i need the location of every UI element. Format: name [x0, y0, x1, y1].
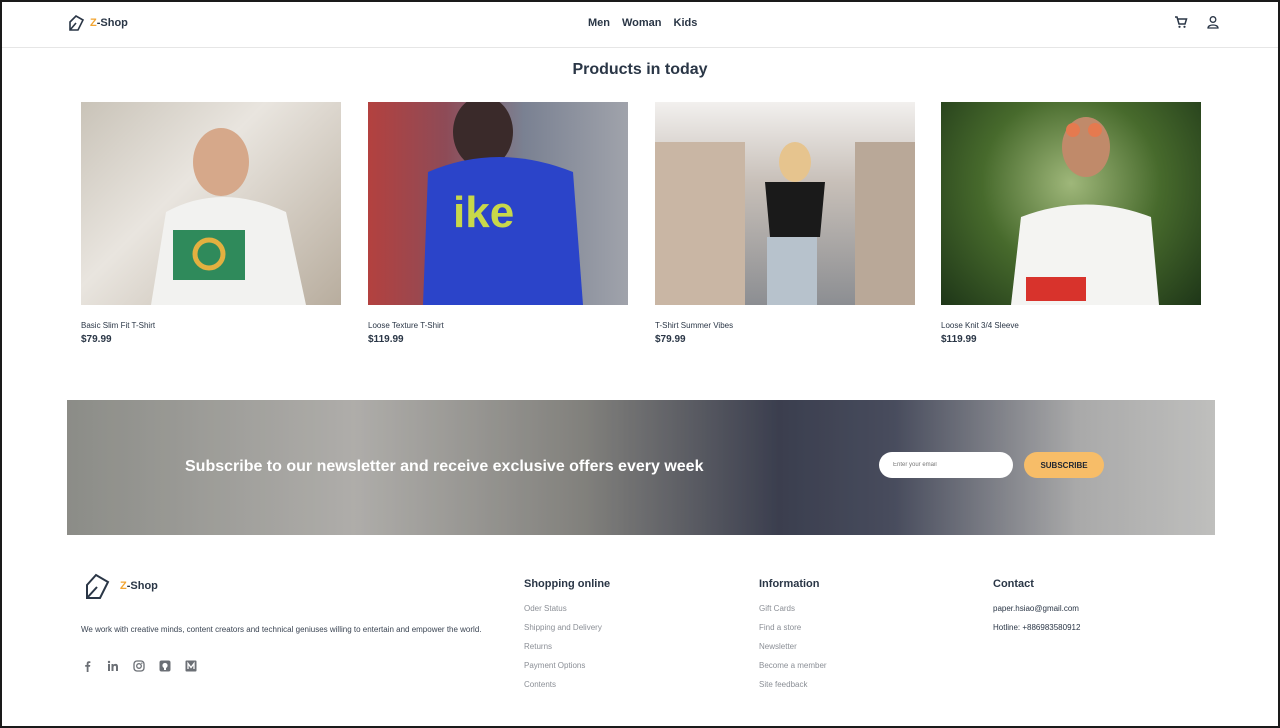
product-image[interactable]	[941, 102, 1201, 305]
footer-information-column: Information Gift Cards Find a store News…	[759, 578, 827, 699]
footer-logo[interactable]: Z-Shop	[84, 572, 158, 600]
newsletter-headline: Subscribe to our newsletter and receive …	[185, 458, 704, 475]
email-input[interactable]	[879, 452, 1013, 478]
product-price: $119.99	[368, 334, 404, 345]
medium-icon[interactable]	[185, 659, 197, 672]
footer-link-order-status[interactable]: Oder Status	[524, 604, 610, 613]
nav-kids[interactable]: Kids	[674, 17, 698, 29]
svg-text:ike: ike	[453, 188, 514, 237]
footer-column-title: Contact	[993, 578, 1034, 590]
product-image[interactable]: ike	[368, 102, 628, 305]
product-card[interactable]: Basic Slim Fit T-Shirt $79.99	[81, 102, 341, 345]
footer-column-title: Information	[759, 578, 820, 590]
site-header: Z-Shop Men Woman Kids	[2, 2, 1278, 48]
main-nav: Men Woman Kids	[588, 17, 697, 29]
product-card[interactable]: T-Shirt Summer Vibes $79.99	[655, 102, 915, 345]
product-name: Basic Slim Fit T-Shirt	[81, 321, 156, 330]
product-image[interactable]	[655, 102, 915, 305]
logo-icon	[86, 573, 110, 599]
product-price: $79.99	[655, 334, 686, 345]
nav-woman[interactable]: Woman	[622, 17, 662, 29]
product-card[interactable]: Loose Knit 3/4 Sleeve $119.99	[941, 102, 1201, 345]
footer-link-find-store[interactable]: Find a store	[759, 623, 827, 632]
header-icons	[1174, 15, 1220, 29]
footer-link-returns[interactable]: Returns	[524, 642, 610, 651]
facebook-icon[interactable]	[81, 659, 93, 672]
product-name: Loose Texture T-Shirt	[368, 321, 444, 330]
product-card[interactable]: ike Loose Texture T-Shirt $119.99	[368, 102, 628, 345]
linkedin-icon[interactable]	[107, 659, 119, 671]
footer-link-contents[interactable]: Contents	[524, 680, 610, 689]
contact-email[interactable]: paper.hsiao@gmail.com	[993, 604, 1080, 613]
subscribe-button[interactable]: SUBSCRIBE	[1024, 452, 1104, 478]
product-price: $119.99	[941, 334, 977, 345]
footer-link-shipping[interactable]: Shipping and Delivery	[524, 623, 610, 632]
nav-men[interactable]: Men	[588, 17, 610, 29]
section-title: Products in today	[572, 61, 708, 78]
footer-link-site-feedback[interactable]: Site feedback	[759, 680, 827, 689]
product-name: Loose Knit 3/4 Sleeve	[941, 321, 1019, 330]
footer-link-gift-cards[interactable]: Gift Cards	[759, 604, 827, 613]
cart-icon[interactable]	[1174, 15, 1188, 29]
logo-icon	[69, 15, 85, 31]
footer-link-newsletter[interactable]: Newsletter	[759, 642, 827, 651]
user-icon[interactable]	[1206, 15, 1220, 29]
social-links	[81, 659, 197, 672]
logo-text: Z-Shop	[90, 17, 128, 29]
contact-hotline[interactable]: Hotline: +886983580912	[993, 623, 1080, 632]
product-name: T-Shirt Summer Vibes	[655, 321, 734, 330]
product-image[interactable]	[81, 102, 341, 305]
logo-text: Z-Shop	[120, 580, 158, 592]
footer-contact-column: Contact paper.hsiao@gmail.com Hotline: +…	[993, 578, 1080, 642]
footer-link-become-member[interactable]: Become a member	[759, 661, 827, 670]
instagram-icon[interactable]	[133, 659, 145, 672]
github-icon[interactable]	[159, 659, 171, 672]
footer-description: We work with creative minds, content cre…	[81, 625, 482, 634]
product-price: $79.99	[81, 334, 112, 345]
footer-link-payment-options[interactable]: Payment Options	[524, 661, 610, 670]
footer-shopping-column: Shopping online Oder Status Shipping and…	[524, 578, 610, 699]
footer-column-title: Shopping online	[524, 578, 611, 590]
logo[interactable]: Z-Shop	[68, 14, 128, 32]
newsletter-banner: Subscribe to our newsletter and receive …	[67, 400, 1215, 535]
